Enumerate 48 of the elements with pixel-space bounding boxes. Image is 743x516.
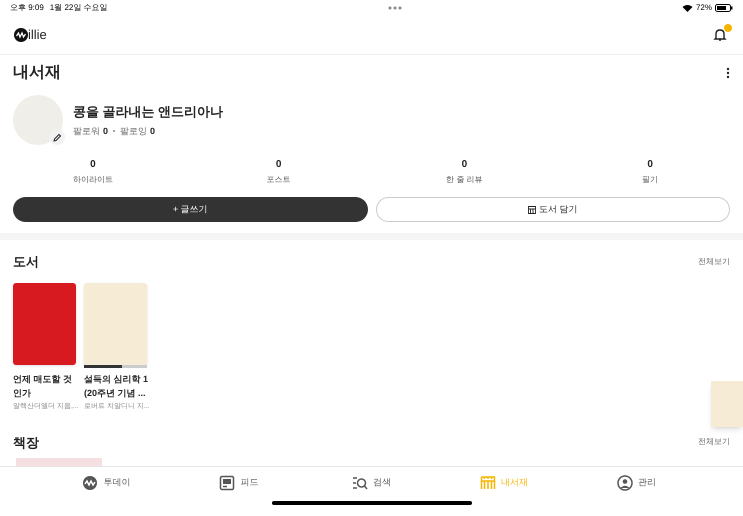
battery-icon (715, 4, 733, 12)
tab-bar-item[interactable]: 관리 (570, 467, 703, 499)
following-count: 0 (150, 124, 156, 138)
section-title: 도서 (13, 253, 39, 271)
status-time: 오후 9:09 (10, 2, 44, 14)
book-title: 설득의 심리학 1 (20주년 기념 ... (84, 373, 150, 400)
write-button[interactable]: + 글쓰기 (13, 197, 368, 222)
search-icon (352, 475, 368, 491)
stat-label[interactable]: 포스트 (266, 174, 291, 186)
user-icon (617, 475, 634, 491)
stat-value: 0 (647, 158, 653, 172)
stat-value: 0 (462, 158, 468, 172)
tab-bar-item[interactable]: 검색 (305, 467, 438, 499)
stat-label[interactable]: 하이라이트 (72, 174, 113, 186)
tab-bar-item[interactable]: 투데이 (40, 467, 173, 499)
pencil-icon (52, 132, 62, 142)
following-label[interactable]: 팔로잉 (120, 124, 148, 138)
profile-name: 콩을 골라내는 앤드리아나 (73, 103, 224, 121)
see-all-link[interactable]: 전체보기 (698, 436, 730, 448)
notification-button[interactable] (713, 27, 729, 43)
add-book-button[interactable]: 도서 담기 (376, 197, 730, 222)
tab-bar-item[interactable]: 피드 (172, 467, 306, 499)
section-title: 책장 (13, 434, 39, 452)
see-all-link[interactable]: 전체보기 (698, 256, 730, 268)
wave-logo-icon (82, 475, 98, 491)
stat-label[interactable]: 한 줄 리뷰 (446, 174, 483, 186)
stat-value: 0 (90, 158, 96, 172)
avatar (13, 95, 63, 145)
followers-count: 0 (103, 124, 108, 138)
battery-percent: 72% (696, 2, 712, 14)
logo-icon (14, 28, 28, 42)
wifi-icon (682, 4, 693, 12)
notification-badge (724, 24, 732, 32)
more-vertical-icon[interactable] (726, 67, 730, 79)
logo-text: illie (28, 26, 47, 44)
edit-avatar-button[interactable] (49, 129, 65, 145)
feed-icon (219, 475, 236, 491)
more-dots-icon (388, 6, 402, 10)
status-date: 1월 22일 수요일 (50, 2, 108, 14)
bell-icon (713, 28, 727, 42)
page-title: 내서재 (13, 63, 61, 83)
dragged-book-thumbnail (711, 380, 743, 426)
bookshelf-icon (528, 206, 536, 214)
bookshelf-icon (480, 475, 496, 491)
stat-value: 0 (276, 158, 282, 172)
stat-label[interactable]: 필기 (642, 174, 658, 186)
book-title: 언제 매도할 것인가 (13, 373, 74, 400)
followers-label[interactable]: 팔로워 (73, 124, 100, 138)
